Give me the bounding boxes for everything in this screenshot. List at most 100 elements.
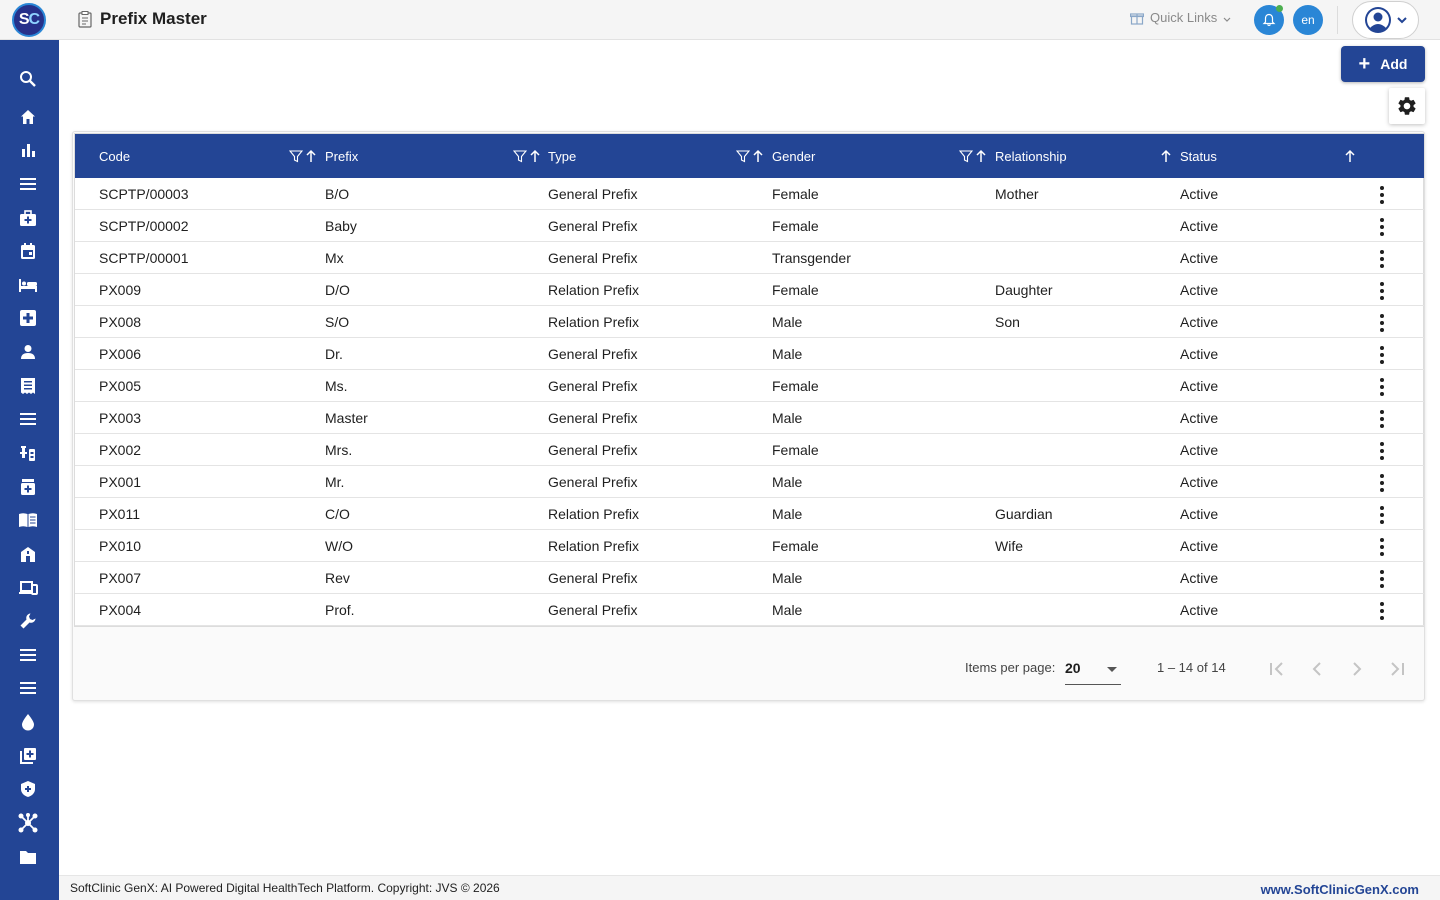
medicine-box-icon[interactable]	[17, 476, 39, 498]
add-button-label: Add	[1380, 56, 1408, 72]
user-menu-button[interactable]	[1352, 1, 1419, 39]
row-actions-menu-icon[interactable]	[1374, 600, 1390, 622]
sort-arrow-icon[interactable]	[529, 149, 541, 163]
previous-page-button[interactable]	[1305, 657, 1329, 681]
table-row[interactable]: PX006 Dr. General Prefix Male Active	[75, 338, 1424, 370]
row-actions-menu-icon[interactable]	[1374, 312, 1390, 334]
filter-icon[interactable]	[513, 149, 527, 163]
cell-code: SCPTP/00002	[99, 218, 189, 234]
building-icon[interactable]	[17, 543, 39, 565]
cell-code: PX002	[99, 442, 142, 458]
list-icon[interactable]	[17, 677, 39, 699]
sort-arrow-icon[interactable]	[975, 149, 987, 163]
row-actions-menu-icon[interactable]	[1374, 408, 1390, 430]
top-bar: SC Prefix Master Quick Links en	[0, 0, 1440, 40]
gift-icon	[1130, 12, 1144, 25]
lab-icon[interactable]	[17, 442, 39, 464]
row-actions-menu-icon[interactable]	[1374, 248, 1390, 270]
list-icon[interactable]	[17, 644, 39, 666]
next-page-button[interactable]	[1345, 657, 1369, 681]
sort-arrow-icon[interactable]	[752, 149, 764, 163]
row-actions-menu-icon[interactable]	[1374, 472, 1390, 494]
row-actions-menu-icon[interactable]	[1374, 344, 1390, 366]
medical-plus-icon[interactable]	[17, 307, 39, 329]
last-page-button[interactable]	[1385, 657, 1409, 681]
column-header-type[interactable]: Type	[548, 134, 576, 178]
row-actions-menu-icon[interactable]	[1374, 440, 1390, 462]
table-row[interactable]: PX003 Master General Prefix Male Active	[75, 402, 1424, 434]
row-actions-menu-icon[interactable]	[1374, 568, 1390, 590]
row-actions-menu-icon[interactable]	[1374, 184, 1390, 206]
cell-status: Active	[1180, 570, 1219, 586]
cell-type: General Prefix	[548, 570, 638, 586]
row-actions-menu-icon[interactable]	[1374, 536, 1390, 558]
bed-icon[interactable]	[17, 274, 39, 296]
cell-type: General Prefix	[548, 378, 638, 394]
folder-icon[interactable]	[17, 846, 39, 868]
bar-chart-icon[interactable]	[17, 139, 39, 161]
column-header-code[interactable]: Code	[99, 134, 130, 178]
table-row[interactable]: PX011 C/O Relation Prefix Male Guardian …	[75, 498, 1424, 530]
wrench-icon[interactable]	[17, 610, 39, 632]
filter-icon[interactable]	[736, 149, 750, 163]
devices-icon[interactable]	[17, 577, 39, 599]
settings-button[interactable]	[1389, 88, 1425, 124]
sort-arrow-icon[interactable]	[1344, 149, 1356, 163]
person-icon[interactable]	[17, 341, 39, 363]
table-row[interactable]: PX001 Mr. General Prefix Male Active	[75, 466, 1424, 498]
filter-icon[interactable]	[959, 149, 973, 163]
table-row[interactable]: PX004 Prof. General Prefix Male Active	[75, 594, 1424, 626]
column-header-prefix[interactable]: Prefix	[325, 134, 358, 178]
medical-bag-icon[interactable]	[17, 207, 39, 229]
table-row[interactable]: PX010 W/O Relation Prefix Female Wife Ac…	[75, 530, 1424, 562]
language-button[interactable]: en	[1293, 5, 1323, 35]
table-row[interactable]: PX002 Mrs. General Prefix Female Active	[75, 434, 1424, 466]
table-row[interactable]: PX005 Ms. General Prefix Female Active	[75, 370, 1424, 402]
cell-code: PX009	[99, 282, 142, 298]
list-icon[interactable]	[17, 408, 39, 430]
sort-arrow-icon[interactable]	[1160, 149, 1172, 163]
table-row[interactable]: SCPTP/00002 Baby General Prefix Female A…	[75, 210, 1424, 242]
table-row[interactable]: PX008 S/O Relation Prefix Male Son Activ…	[75, 306, 1424, 338]
column-header-status[interactable]: Status	[1180, 134, 1217, 178]
add-library-icon[interactable]	[17, 745, 39, 767]
cell-type: Relation Prefix	[548, 314, 640, 330]
cell-gender: Female	[772, 538, 819, 554]
calendar-icon[interactable]	[17, 240, 39, 262]
home-icon[interactable]	[17, 106, 39, 128]
blood-drop-icon[interactable]	[17, 711, 39, 733]
row-actions-menu-icon[interactable]	[1374, 280, 1390, 302]
sort-arrow-icon[interactable]	[305, 149, 317, 163]
filter-icon[interactable]	[289, 149, 303, 163]
first-page-button[interactable]	[1265, 657, 1289, 681]
cell-gender: Male	[772, 506, 803, 522]
items-per-page-select[interactable]: 20	[1065, 655, 1121, 685]
receipt-icon[interactable]	[17, 375, 39, 397]
cell-code: PX008	[99, 314, 142, 330]
notifications-button[interactable]	[1254, 5, 1284, 35]
column-header-relationship[interactable]: Relationship	[995, 134, 1067, 178]
quick-links-dropdown[interactable]: Quick Links	[1130, 10, 1231, 25]
hub-icon[interactable]	[17, 812, 39, 834]
menu-icon[interactable]	[17, 173, 39, 195]
table-row[interactable]: SCPTP/00001 Mx General Prefix Transgende…	[75, 242, 1424, 274]
row-actions-menu-icon[interactable]	[1374, 504, 1390, 526]
cell-prefix: Prof.	[325, 602, 355, 618]
table-row[interactable]: SCPTP/00003 B/O General Prefix Female Mo…	[75, 178, 1424, 210]
cell-gender: Male	[772, 346, 803, 362]
shield-icon[interactable]	[17, 778, 39, 800]
row-actions-menu-icon[interactable]	[1374, 376, 1390, 398]
app-logo[interactable]: SC	[12, 3, 46, 37]
column-controls-relationship	[1160, 134, 1172, 178]
search-icon[interactable]	[17, 68, 39, 90]
table-row[interactable]: PX007 Rev General Prefix Male Active	[75, 562, 1424, 594]
column-header-gender[interactable]: Gender	[772, 134, 815, 178]
cell-relationship: Son	[995, 314, 1020, 330]
cell-type: General Prefix	[548, 474, 638, 490]
row-actions-menu-icon[interactable]	[1374, 216, 1390, 238]
table-row[interactable]: PX009 D/O Relation Prefix Female Daughte…	[75, 274, 1424, 306]
items-per-page-value: 20	[1065, 660, 1081, 676]
footer-website-link[interactable]: www.SoftClinicGenX.com	[1261, 882, 1419, 897]
book-icon[interactable]	[17, 509, 39, 531]
add-button[interactable]: + Add	[1341, 46, 1425, 82]
